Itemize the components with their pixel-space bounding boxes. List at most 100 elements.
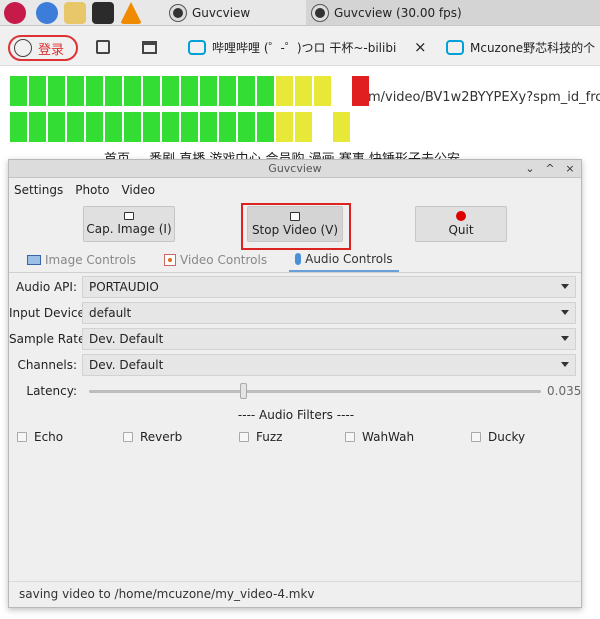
raspberry-menu-icon[interactable] [4, 2, 26, 24]
channels-select[interactable]: Dev. Default [82, 354, 576, 376]
vu-meter-cell [10, 76, 27, 106]
vu-meter-cell [162, 112, 179, 142]
video-icon [164, 254, 177, 266]
vu-meter-cell [276, 76, 293, 106]
latency-label: Latency: [26, 384, 77, 398]
vu-meter-cell [352, 76, 369, 106]
filter-label: WahWah [362, 430, 415, 444]
capture-image-button[interactable]: Cap. Image (I) [83, 206, 175, 242]
checkbox-box[interactable] [471, 432, 481, 442]
chevron-down-icon [561, 284, 569, 289]
microphone-icon [295, 253, 302, 265]
browser-tab-mcuzone[interactable]: Mcuzone野芯科技的个 [446, 32, 600, 62]
menu-video[interactable]: Video [121, 183, 155, 197]
chevron-down-icon [561, 336, 569, 341]
sample-rate-label: Sample Rate: [9, 332, 90, 346]
highlight-annotation [241, 203, 351, 250]
browser-tab-label: 哔哩哔哩 (゜-゜)つロ 干杯~-bilibi [212, 40, 397, 55]
vu-meter-cell [238, 112, 255, 142]
browser-collections-icon[interactable] [96, 32, 116, 62]
tab-video-controls[interactable]: Video Controls [158, 248, 273, 272]
filter-wahwah-checkbox[interactable]: WahWah [345, 430, 414, 444]
minimize-icon[interactable]: ^ [541, 160, 559, 178]
dialog-title: Guvcview [268, 162, 322, 175]
latency-slider[interactable] [89, 390, 541, 393]
login-label: 登录 [38, 42, 65, 58]
input-device-label: Input Device: [9, 306, 89, 320]
webcam-icon [312, 4, 328, 21]
checkbox-box[interactable] [17, 432, 27, 442]
vu-meter-cell [276, 112, 293, 142]
vu-meter-cell [333, 112, 350, 142]
vu-meter-cell [257, 112, 274, 142]
channels-label: Channels: [17, 358, 77, 372]
filter-fuzz-checkbox[interactable]: Fuzz [239, 430, 282, 444]
checkbox-box[interactable] [345, 432, 355, 442]
vu-meter-cell [48, 76, 65, 106]
checkbox-box[interactable] [239, 432, 249, 442]
filter-echo-checkbox[interactable]: Echo [17, 430, 63, 444]
bilibili-icon [446, 39, 464, 55]
vu-meter-cell [181, 76, 198, 106]
tab-label: Audio Controls [305, 252, 393, 266]
vu-meter-cell [10, 112, 27, 142]
capture-image-label: Cap. Image (I) [86, 222, 172, 236]
vlc-icon[interactable] [120, 2, 142, 24]
close-icon[interactable]: × [561, 160, 579, 178]
close-tab-icon[interactable]: × [414, 38, 427, 56]
vu-meter-cell [67, 112, 84, 142]
quit-button[interactable]: Quit [415, 206, 507, 242]
vu-meter-cell [295, 76, 312, 106]
taskbar-task-guvcview-fps[interactable]: Guvcview (30.00 fps) [306, 0, 600, 25]
window-menu-icon[interactable]: ⌄ [521, 160, 539, 178]
latency-slider-handle[interactable] [239, 383, 247, 399]
vu-meter-cell [48, 112, 65, 142]
filter-ducky-checkbox[interactable]: Ducky [471, 430, 525, 444]
sample-rate-select[interactable]: Dev. Default [82, 328, 576, 350]
tab-label: Video Controls [180, 253, 268, 267]
web-browser-icon[interactable] [36, 2, 58, 24]
login-button[interactable]: 登录 [8, 35, 78, 61]
browser-tab-bilibili[interactable]: 哔哩哔哩 (゜-゜)つロ 干杯~-bilibi × [188, 32, 432, 62]
vu-meter-cell [200, 76, 217, 106]
terminal-icon[interactable] [92, 2, 114, 24]
menu-settings[interactable]: Settings [14, 183, 63, 197]
image-icon [27, 255, 41, 265]
input-device-row: Input Device: default [9, 302, 583, 324]
tab-image-controls[interactable]: Image Controls [21, 248, 142, 272]
file-manager-icon[interactable] [64, 2, 86, 24]
input-device-value: default [89, 306, 132, 320]
quit-label: Quit [448, 223, 474, 237]
camera-icon [124, 212, 134, 220]
input-device-select[interactable]: default [82, 302, 576, 324]
chevron-down-icon [561, 362, 569, 367]
vu-meter-cell [352, 112, 369, 142]
tab-audio-controls[interactable]: Audio Controls [289, 248, 399, 272]
dialog-titlebar[interactable]: Guvcview ⌄ ^ × [9, 160, 581, 178]
filter-label: Ducky [488, 430, 526, 444]
vu-meter-cell [143, 112, 160, 142]
vu-meter-cell [86, 76, 103, 106]
taskbar-task-guvcview[interactable]: Guvcview [164, 0, 304, 25]
latency-row: Latency: 0.035 [9, 380, 583, 402]
vu-meter-cell [238, 76, 255, 106]
audio-api-select[interactable]: PORTAUDIO [82, 276, 576, 298]
vu-meter-cell [257, 76, 274, 106]
taskbar: Guvcview Guvcview (30.00 fps) [0, 0, 600, 26]
vu-meter-cell [333, 76, 350, 106]
vu-meter-cell [86, 112, 103, 142]
audio-api-label: Audio API: [16, 280, 77, 294]
checkbox-box[interactable] [123, 432, 133, 442]
filter-label: Reverb [140, 430, 183, 444]
vu-meter-cell [29, 112, 46, 142]
vu-meter-cell [124, 112, 141, 142]
guvcview-dialog: Guvcview ⌄ ^ × Settings Photo Video Cap.… [8, 159, 582, 608]
audio-api-value: PORTAUDIO [89, 280, 159, 294]
filter-reverb-checkbox[interactable]: Reverb [123, 430, 182, 444]
menu-photo[interactable]: Photo [75, 183, 109, 197]
latency-value: 0.035 [547, 384, 582, 398]
browser-tab-strip: 登录 哔哩哔哩 (゜-゜)つロ 干杯~-bilibi × Mcuzone野芯科技… [0, 26, 600, 66]
vu-meter-row-right [10, 112, 369, 142]
vu-meter-cell [314, 76, 331, 106]
browser-tab-actions-icon[interactable] [142, 32, 162, 62]
